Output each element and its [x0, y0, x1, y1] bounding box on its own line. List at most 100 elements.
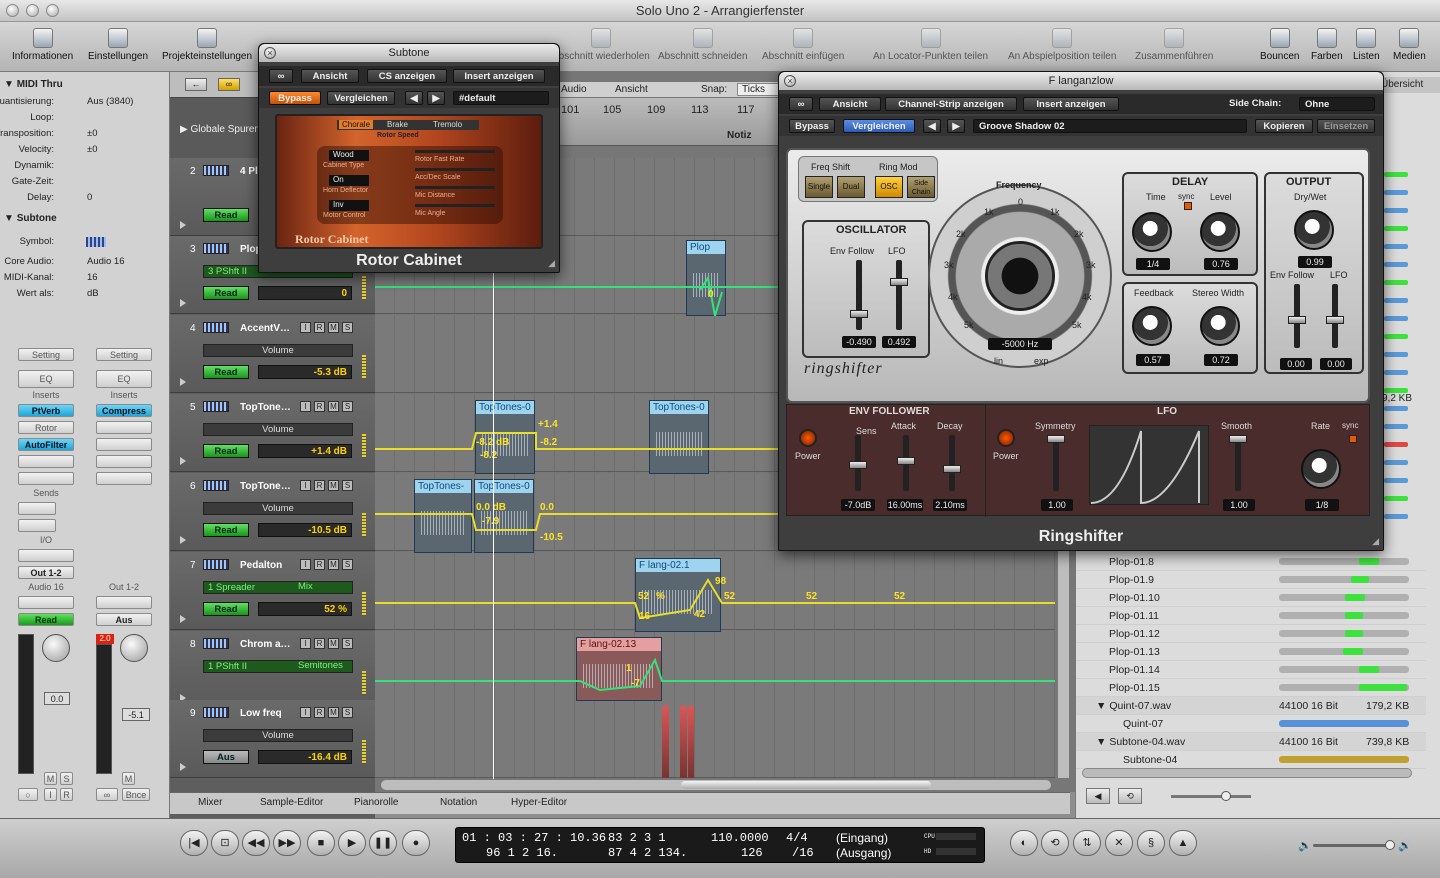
stereo-width-knob[interactable] [1200, 306, 1240, 346]
ringshifter-close-button[interactable]: × [784, 75, 796, 87]
browser-row[interactable]: Plop-01.13 [1076, 643, 1426, 661]
delay-time-knob[interactable] [1132, 212, 1172, 252]
master-volume-thumb[interactable] [1385, 840, 1395, 850]
browser-volume-thumb[interactable] [1221, 791, 1231, 801]
replace-icon[interactable]: ◐ [1010, 830, 1038, 856]
link-icon[interactable]: ∞ [789, 97, 813, 111]
browser-row[interactable]: Plop-01.8 [1076, 553, 1426, 571]
browser-tab[interactable]: Übersicht [1381, 79, 1423, 90]
tab-chorale[interactable]: Chorale [339, 120, 374, 129]
metronome-icon[interactable]: ▲ [1169, 830, 1197, 856]
next-preset-button[interactable]: ▶ [427, 91, 445, 105]
stop-button[interactable]: ■ [307, 830, 335, 856]
editor-tab-hypereditor[interactable]: Hyper-Editor [511, 797, 567, 808]
symmetry-slider[interactable] [1047, 435, 1065, 491]
ringshifter-window-titlebar[interactable]: F langanzlow [779, 72, 1383, 90]
rotor-ansicht-menu[interactable]: Ansicht [301, 69, 359, 83]
browser-file-row[interactable]: ▼ Quint-07.wav 44100 16 Bit 179,2 KB [1076, 697, 1426, 715]
editor-tab-pianorolle[interactable]: Pianorolle [354, 797, 398, 808]
horizontal-scrollbar[interactable] [380, 779, 1052, 791]
smooth-slider[interactable] [1229, 435, 1247, 491]
prev-preset-button[interactable]: ◀ [923, 119, 941, 133]
master-volume-slider[interactable] [1313, 840, 1395, 850]
rotor-window-titlebar[interactable]: Subtone [259, 44, 559, 62]
ringshifter-ansicht-menu[interactable]: Ansicht [819, 97, 881, 111]
browser-row[interactable]: Plop-01.12 [1076, 625, 1426, 643]
rotor-compare-button[interactable]: Vergleichen [327, 91, 395, 105]
transport-display[interactable]: 01 : 03 : 27 : 10.36 83 2 3 1 96 1 2 16.… [455, 827, 985, 863]
browser-row[interactable]: Plop-01.10 [1076, 589, 1426, 607]
play-button[interactable]: ▶ [338, 830, 366, 856]
dry-wet-knob[interactable] [1294, 210, 1334, 250]
sens-slider[interactable] [849, 435, 867, 491]
osc-lfo-slider[interactable] [890, 260, 908, 330]
mode-sidechain-button[interactable]: Side Chain [907, 176, 935, 198]
osc-env-follow-slider[interactable] [850, 260, 868, 330]
rotor-close-button[interactable]: × [264, 47, 276, 59]
browser-file-row[interactable]: ▼ Subtone-04.wav 44100 16 Bit 739,8 KB [1076, 733, 1426, 751]
editor-tab-notation[interactable]: Notation [440, 797, 477, 808]
record-button[interactable]: ● [402, 830, 430, 856]
copy-button[interactable]: Kopieren [1255, 119, 1313, 133]
acc-dec-slider[interactable] [415, 168, 495, 171]
go-to-position-button[interactable]: ⊡ [211, 830, 239, 856]
rate-sync-led[interactable] [1349, 435, 1357, 443]
browser-region-row[interactable]: Quint-07 [1076, 715, 1426, 733]
rotor-preset-field[interactable]: #default [453, 91, 549, 105]
frequency-knob[interactable] [985, 241, 1055, 311]
ringshifter-preset-field[interactable]: Groove Shadow 02 [973, 119, 1247, 133]
paste-button[interactable]: Einsetzen [1317, 119, 1375, 133]
mic-distance-slider[interactable] [415, 186, 495, 189]
scroll-thumb[interactable] [681, 781, 931, 789]
link-icon[interactable]: ∞ [269, 69, 293, 83]
browser-row[interactable]: Plop-01.9 [1076, 571, 1426, 589]
rotor-insert-menu[interactable]: Insert anzeigen [453, 69, 545, 83]
solo-icon[interactable]: ✕ [1105, 830, 1133, 856]
next-preset-button[interactable]: ▶ [947, 119, 965, 133]
env-power-button[interactable] [799, 429, 817, 447]
ringshifter-insert-menu[interactable]: Insert anzeigen [1023, 97, 1119, 111]
browser-scrollbar[interactable] [1082, 768, 1412, 778]
browser-row[interactable]: Plop-01.11 [1076, 607, 1426, 625]
region-stub[interactable] [680, 706, 687, 778]
freq-lin-toggle[interactable]: lin [994, 356, 1003, 366]
ringshifter-compare-button[interactable]: Vergleichen [843, 119, 915, 133]
browser-row[interactable]: Plop-01.15 [1076, 679, 1426, 697]
mode-dual-button[interactable]: Dual [837, 176, 865, 198]
cycle-icon[interactable]: ⟲ [1041, 830, 1069, 856]
rotor-bypass-button[interactable]: Bypass [269, 91, 321, 105]
prev-preset-button[interactable]: ◀ [405, 91, 423, 105]
output-lfo-slider[interactable] [1326, 284, 1344, 348]
mode-single-button[interactable]: Single [805, 176, 833, 198]
autopunch-icon[interactable]: ⇅ [1073, 830, 1101, 856]
motor-control-field[interactable]: Inv [329, 200, 369, 211]
browser-loop-button[interactable]: ⟲ [1118, 788, 1142, 804]
rotor-cs-menu[interactable]: CS anzeigen [367, 69, 447, 83]
editor-tab-sampleeditor[interactable]: Sample-Editor [260, 797, 323, 808]
lfo-power-button[interactable] [997, 429, 1015, 447]
editor-tab-mixer[interactable]: Mixer [198, 797, 222, 808]
browser-play-button[interactable]: ◀ [1086, 788, 1110, 804]
rewind-button[interactable]: ◀◀ [242, 830, 270, 856]
browser-row[interactable]: Plop-01.14 [1076, 661, 1426, 679]
tab-tremolo[interactable]: Tremolo [433, 120, 462, 129]
lfo-waveform-display[interactable] [1089, 425, 1209, 505]
rate-knob[interactable] [1301, 449, 1341, 489]
tab-brake[interactable]: Brake [387, 120, 408, 129]
feedback-knob[interactable] [1132, 306, 1172, 346]
ringshifter-cs-menu[interactable]: Channel-Strip anzeigen [885, 97, 1017, 111]
rotor-fast-rate-slider[interactable] [415, 150, 495, 153]
browser-volume-slider[interactable] [1171, 791, 1251, 801]
ringshifter-bypass-button[interactable]: Bypass [789, 119, 835, 133]
resize-handle[interactable]: ◢ [548, 258, 555, 269]
pause-button[interactable]: ❚❚ [369, 830, 397, 856]
decay-slider[interactable] [943, 435, 961, 491]
side-chain-select[interactable]: Ohne [1299, 97, 1375, 111]
mode-osc-button[interactable]: OSC [875, 176, 903, 198]
fast-forward-button[interactable]: ▶▶ [273, 830, 301, 856]
mic-angle-slider[interactable] [415, 204, 495, 207]
go-to-start-button[interactable]: |◀ [180, 830, 208, 856]
output-env-follow-slider[interactable] [1288, 284, 1306, 348]
horn-deflector-field[interactable]: On [329, 175, 369, 186]
automation-line-semitones[interactable] [375, 657, 1055, 692]
